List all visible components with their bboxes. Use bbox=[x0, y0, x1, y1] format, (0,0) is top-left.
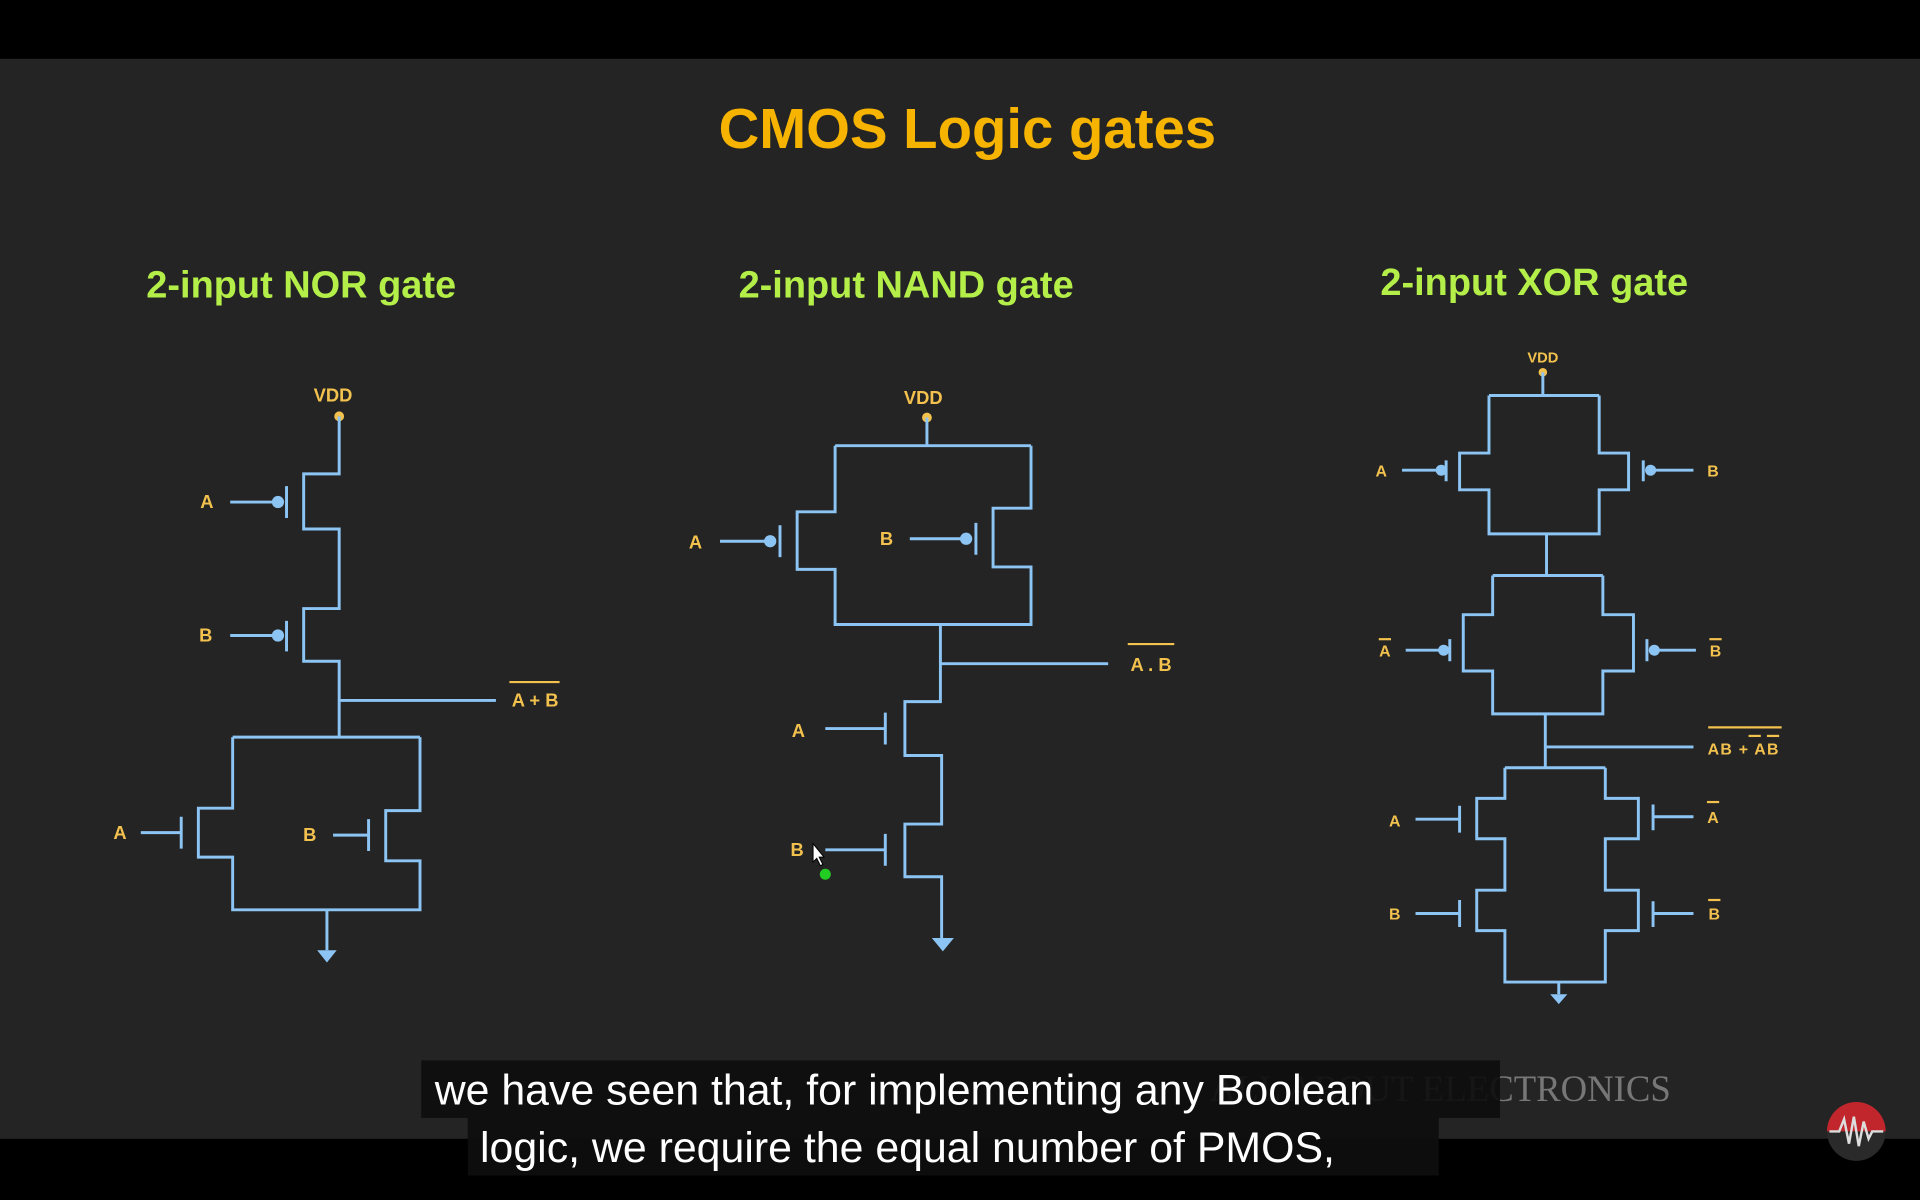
caption-line-2: logic, we require the equal number of PM… bbox=[480, 1124, 1335, 1172]
nand-pmos-b: B bbox=[880, 528, 893, 549]
nor-nmos-b: B bbox=[303, 824, 316, 845]
xor-nmos-a-bar: A bbox=[1707, 810, 1719, 827]
nand-nmos-a: A bbox=[792, 720, 805, 741]
nor-output-label: A + B bbox=[512, 690, 559, 711]
nor-pmos-a: A bbox=[200, 491, 213, 512]
nor-vdd-label: VDD bbox=[314, 385, 353, 406]
xor-nmos-b: B bbox=[1389, 907, 1401, 924]
xor-pmos-b: B bbox=[1707, 463, 1719, 480]
nand-heading: 2-input NAND gate bbox=[739, 265, 1074, 307]
subtitle-captions: we have seen that, for implementing any … bbox=[421, 1060, 1500, 1176]
nor-pmos-b: B bbox=[199, 625, 212, 646]
xor-vdd-label: VDD bbox=[1527, 350, 1558, 366]
xor-pmos-a: A bbox=[1375, 463, 1387, 480]
nand-output-label: A . B bbox=[1130, 654, 1171, 675]
nand-nmos-b: B bbox=[791, 839, 804, 860]
xor-pmos-b-bar: B bbox=[1710, 643, 1722, 660]
nand-vdd-label: VDD bbox=[904, 387, 943, 408]
click-indicator-icon bbox=[819, 868, 831, 880]
xor-nmos-a: A bbox=[1389, 814, 1401, 831]
xor-output-label: AB + AB bbox=[1708, 741, 1780, 758]
xor-heading: 2-input XOR gate bbox=[1380, 262, 1688, 304]
nor-nmos-a: A bbox=[113, 822, 126, 843]
caption-line-1: we have seen that, for implementing any … bbox=[434, 1066, 1373, 1114]
xor-nmos-b-bar: B bbox=[1709, 907, 1721, 924]
xor-pmos-a-bar: A bbox=[1379, 643, 1391, 660]
slide-background bbox=[0, 58, 1920, 1139]
slide-title: CMOS Logic gates bbox=[719, 97, 1216, 160]
channel-logo-icon bbox=[1826, 1102, 1886, 1161]
nor-heading: 2-input NOR gate bbox=[146, 265, 456, 307]
nand-pmos-a: A bbox=[689, 532, 702, 553]
video-frame: CMOS Logic gates 2-input NOR gate VDD A … bbox=[0, 0, 1920, 1200]
